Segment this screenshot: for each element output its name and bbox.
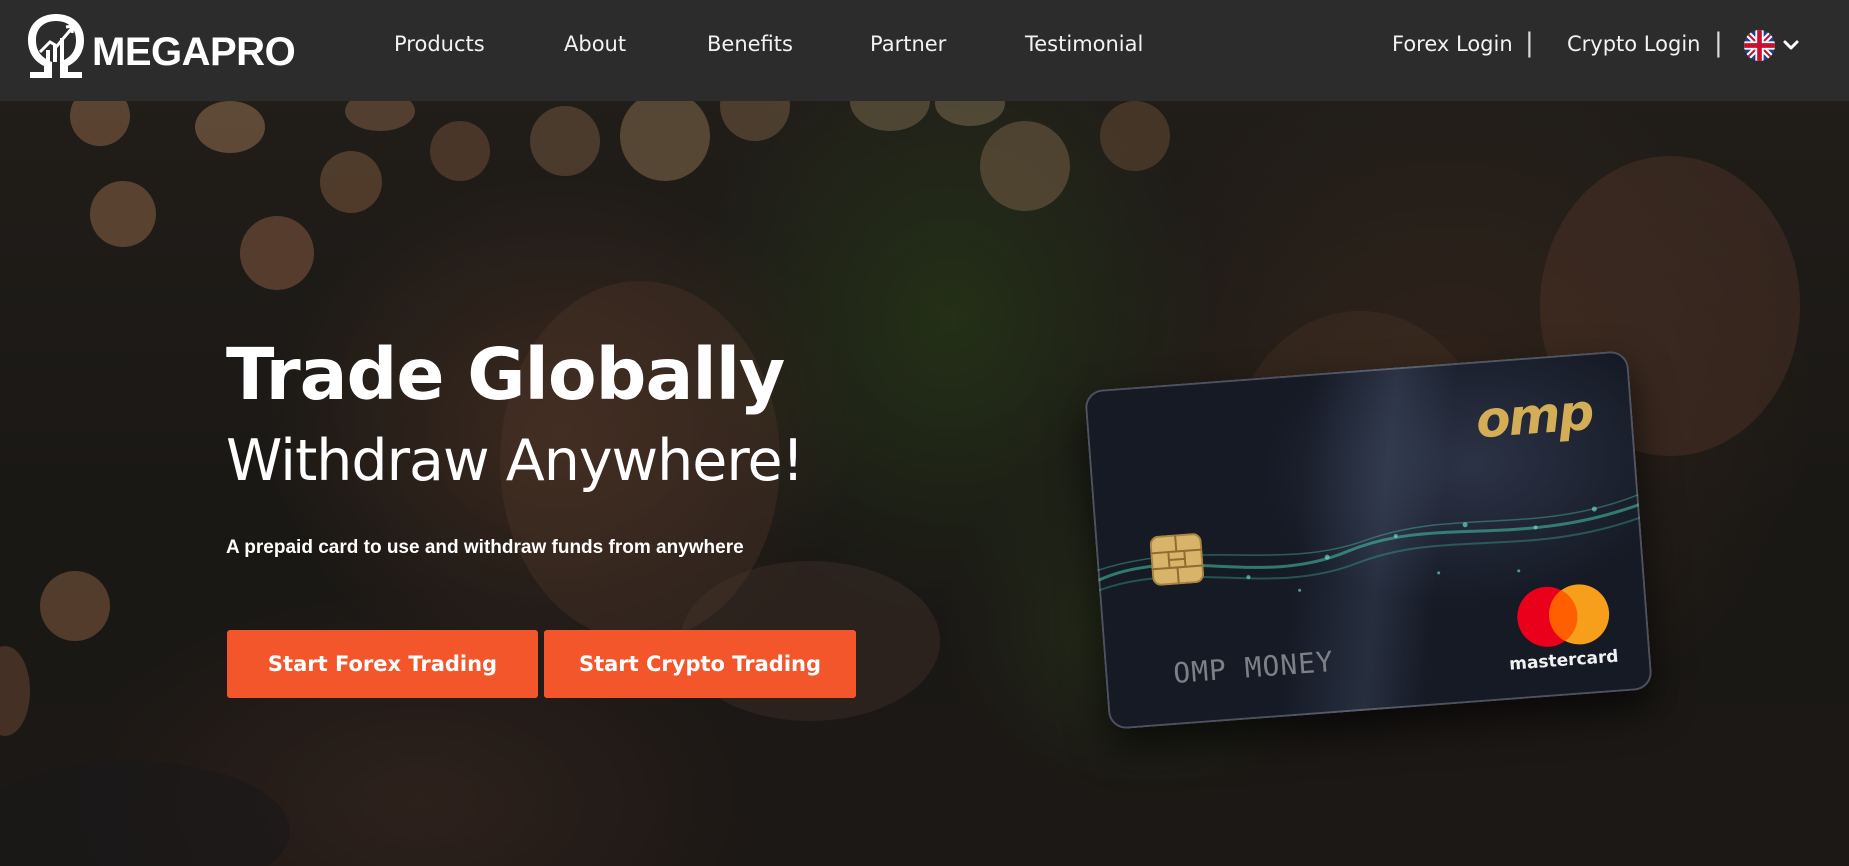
card-brand-logo: omp bbox=[1473, 382, 1595, 450]
mastercard-logo-icon bbox=[1517, 584, 1610, 647]
nav-testimonial[interactable]: Testimonial bbox=[1025, 32, 1143, 56]
omegapro-logo[interactable]: MEGAPRO bbox=[20, 10, 300, 82]
nav-separator: | bbox=[1714, 28, 1723, 58]
chevron-down-icon bbox=[1783, 40, 1799, 50]
start-crypto-trading-button[interactable]: Start Crypto Trading bbox=[544, 630, 856, 698]
card-chip-icon bbox=[1149, 533, 1205, 586]
omega-chart-icon bbox=[28, 14, 84, 78]
prepaid-card-image: omp OMP MONEY mastercard bbox=[1084, 350, 1653, 730]
card-network-label: mastercard bbox=[1508, 646, 1620, 675]
card-holder-name: OMP MONEY bbox=[1172, 644, 1335, 690]
uk-flag-icon bbox=[1744, 30, 1775, 61]
top-navbar: MEGAPRO Products About Benefits Partner … bbox=[0, 0, 1849, 101]
nav-benefits[interactable]: Benefits bbox=[707, 32, 793, 56]
nav-separator: | bbox=[1525, 28, 1534, 58]
nav-products[interactable]: Products bbox=[394, 32, 485, 56]
hero-title: Trade Globally bbox=[226, 333, 785, 416]
crypto-login-link[interactable]: Crypto Login bbox=[1567, 32, 1700, 56]
logo-wordmark: MEGAPRO bbox=[92, 30, 296, 74]
forex-login-link[interactable]: Forex Login bbox=[1392, 32, 1513, 56]
hero-subtitle: Withdraw Anywhere! bbox=[226, 428, 804, 494]
nav-about[interactable]: About bbox=[564, 32, 626, 56]
language-selector[interactable] bbox=[1744, 30, 1804, 62]
start-forex-trading-button[interactable]: Start Forex Trading bbox=[227, 630, 538, 698]
hero-description: A prepaid card to use and withdraw funds… bbox=[226, 537, 744, 558]
nav-partner[interactable]: Partner bbox=[870, 32, 946, 56]
